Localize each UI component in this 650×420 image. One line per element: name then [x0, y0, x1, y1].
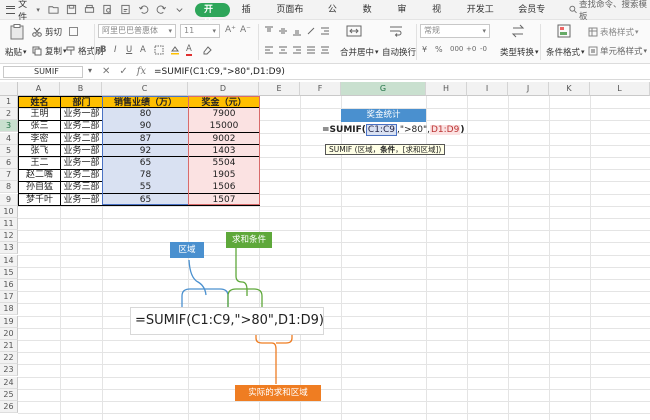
criteria-bracket: [227, 288, 263, 308]
annotation-brackets: [181, 248, 293, 384]
example-formula: =SUMIF(C1:C9,">80",D1:D9): [130, 307, 324, 335]
range-label: 区域: [170, 242, 204, 258]
range-bracket: [188, 259, 207, 296]
sum-range-label: 实际的求和区域: [235, 385, 321, 401]
criteria-label: 求和条件: [226, 232, 272, 248]
